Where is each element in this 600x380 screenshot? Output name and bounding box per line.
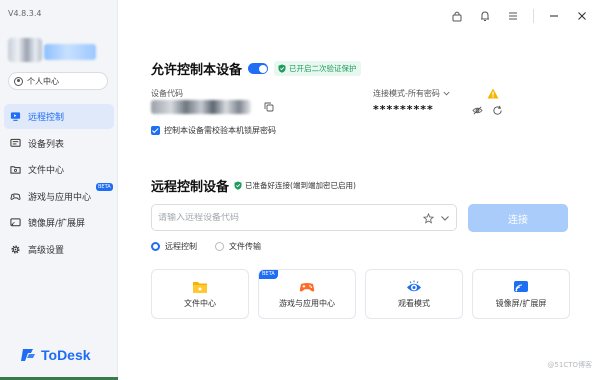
lockscreen-password-checkbox[interactable] <box>151 126 160 135</box>
remote-control-heading: 远程控制设备 已准备好连接(端到端加密已启用) <box>151 176 356 195</box>
card-label: 镜像屏/扩展屏 <box>495 299 547 308</box>
sidebar-item-file-center[interactable]: 文件中心 <box>4 157 114 182</box>
folder-icon <box>10 164 21 175</box>
beta-badge: BETA <box>259 270 278 279</box>
sidebar-item-remote-control[interactable]: 远程控制 <box>4 104 114 129</box>
lockscreen-password-label: 控制本设备需校验本机锁屏密码 <box>164 126 276 135</box>
sidebar: V4.8.3.4 个人中心 远程控制 设备列表 文件中心 游戏与应用中心 BET… <box>0 0 118 380</box>
gear-icon <box>10 244 21 255</box>
remote-device-code-input[interactable] <box>158 212 398 223</box>
todesk-logo: ToDesk <box>20 347 91 363</box>
card-game-center[interactable]: BETA 游戏与应用中心 <box>258 269 356 319</box>
gamepad-icon <box>10 191 21 202</box>
app-version: V4.8.3.4 <box>8 9 42 18</box>
sidebar-item-game-center[interactable]: 游戏与应用中心 BETA <box>4 182 114 209</box>
sidebar-item-advanced-settings[interactable]: 高级设置 <box>4 237 114 262</box>
radio-remote-control[interactable]: 远程控制 <box>151 241 197 252</box>
connection-type-radio-group: 远程控制 文件传输 <box>151 241 261 252</box>
connect-button[interactable]: 连接 <box>468 204 568 232</box>
remote-device-code-field[interactable] <box>151 204 457 231</box>
personal-center-label: 个人中心 <box>27 76 59 86</box>
sidebar-item-label: 远程控制 <box>28 113 65 123</box>
sidebar-nav: 远程控制 设备列表 文件中心 游戏与应用中心 BETA 镜像屏/扩展屏 高级设置 <box>4 104 114 263</box>
user-icon <box>14 76 23 86</box>
radio-file-transfer-dot[interactable] <box>215 242 224 251</box>
lock-icon[interactable] <box>449 8 465 24</box>
device-code-value-blurred <box>151 100 251 114</box>
cast-screen-icon <box>514 281 528 292</box>
chevron-down-icon <box>443 91 450 96</box>
title-bar-controls <box>449 8 590 24</box>
card-label: 文件中心 <box>184 299 216 308</box>
watermark: @51CTO博客 <box>547 361 592 369</box>
eye-hidden-icon[interactable] <box>472 105 483 116</box>
card-mirror-screen[interactable]: 镜像屏/扩展屏 <box>472 269 570 319</box>
allow-control-heading: 允许控制本设备 已开启二次验证保护 <box>151 59 361 78</box>
minimize-icon[interactable] <box>546 8 562 24</box>
beta-badge: BETA <box>96 182 113 191</box>
folder-icon <box>193 282 207 293</box>
close-icon[interactable] <box>574 8 590 24</box>
refresh-icon[interactable] <box>492 105 503 116</box>
eye-watch-icon <box>407 280 421 292</box>
security-status-badge: 已开启二次验证保护 <box>274 61 361 76</box>
monitor-icon <box>10 111 21 122</box>
gamepad-icon <box>299 283 315 292</box>
device-list-icon <box>10 138 21 149</box>
allow-control-title: 允许控制本设备 <box>151 63 243 78</box>
card-watch-mode[interactable]: 观看模式 <box>365 269 463 319</box>
sidebar-item-label: 文件中心 <box>28 166 65 176</box>
allow-control-toggle[interactable] <box>248 63 269 74</box>
encryption-status: 已准备好连接(端到端加密已启用) <box>234 180 356 191</box>
connection-mode-label: 连接模式-所有密码 <box>373 89 440 98</box>
remote-control-title: 远程控制设备 <box>151 180 230 195</box>
device-code <box>151 100 274 114</box>
security-status-text: 已开启二次验证保护 <box>289 64 357 73</box>
star-icon[interactable] <box>423 213 434 224</box>
copy-icon[interactable] <box>264 102 274 112</box>
avatar[interactable] <box>8 38 42 62</box>
title-bar-divider <box>533 9 534 23</box>
sidebar-item-device-list[interactable]: 设备列表 <box>4 131 114 156</box>
personal-center-button[interactable]: 个人中心 <box>8 72 108 90</box>
temporary-password: ********* <box>373 103 434 116</box>
card-file-center[interactable]: 文件中心 <box>151 269 249 319</box>
shield-check-icon <box>278 64 286 73</box>
bell-icon[interactable] <box>477 8 493 24</box>
menu-icon[interactable] <box>505 8 521 24</box>
encryption-status-text: 已准备好连接(端到端加密已启用) <box>245 181 356 190</box>
radio-remote-control-dot[interactable] <box>151 242 160 251</box>
sidebar-item-mirror-screen[interactable]: 镜像屏/扩展屏 <box>4 210 114 235</box>
sidebar-item-label: 设备列表 <box>28 139 65 150</box>
quick-access-cards: 文件中心 BETA 游戏与应用中心 观看模式 镜像屏/扩展屏 <box>151 269 570 319</box>
radio-label: 文件传输 <box>229 242 261 251</box>
radio-label: 远程控制 <box>165 242 197 251</box>
logo-text: ToDesk <box>41 347 91 363</box>
connection-mode-dropdown[interactable]: 连接模式-所有密码 <box>373 88 450 99</box>
shield-check-icon <box>234 181 242 190</box>
username-blurred <box>44 44 96 60</box>
warning-icon[interactable] <box>487 88 499 99</box>
device-code-label: 设备代码 <box>151 89 183 98</box>
card-label: 游戏与应用中心 <box>279 299 335 308</box>
lockscreen-password-checkbox-row[interactable]: 控制本设备需校验本机锁屏密码 <box>151 125 276 136</box>
sidebar-item-label: 镜像屏/扩展屏 <box>28 219 86 229</box>
chevron-down-icon[interactable] <box>440 214 450 223</box>
radio-file-transfer[interactable]: 文件传输 <box>215 241 261 252</box>
todesk-logo-icon <box>21 349 35 361</box>
user-profile[interactable] <box>8 38 98 64</box>
sidebar-item-label: 游戏与应用中心 <box>28 192 92 203</box>
card-label: 观看模式 <box>398 299 430 308</box>
sidebar-item-label: 高级设置 <box>28 245 65 256</box>
mirror-screen-icon <box>10 217 21 228</box>
